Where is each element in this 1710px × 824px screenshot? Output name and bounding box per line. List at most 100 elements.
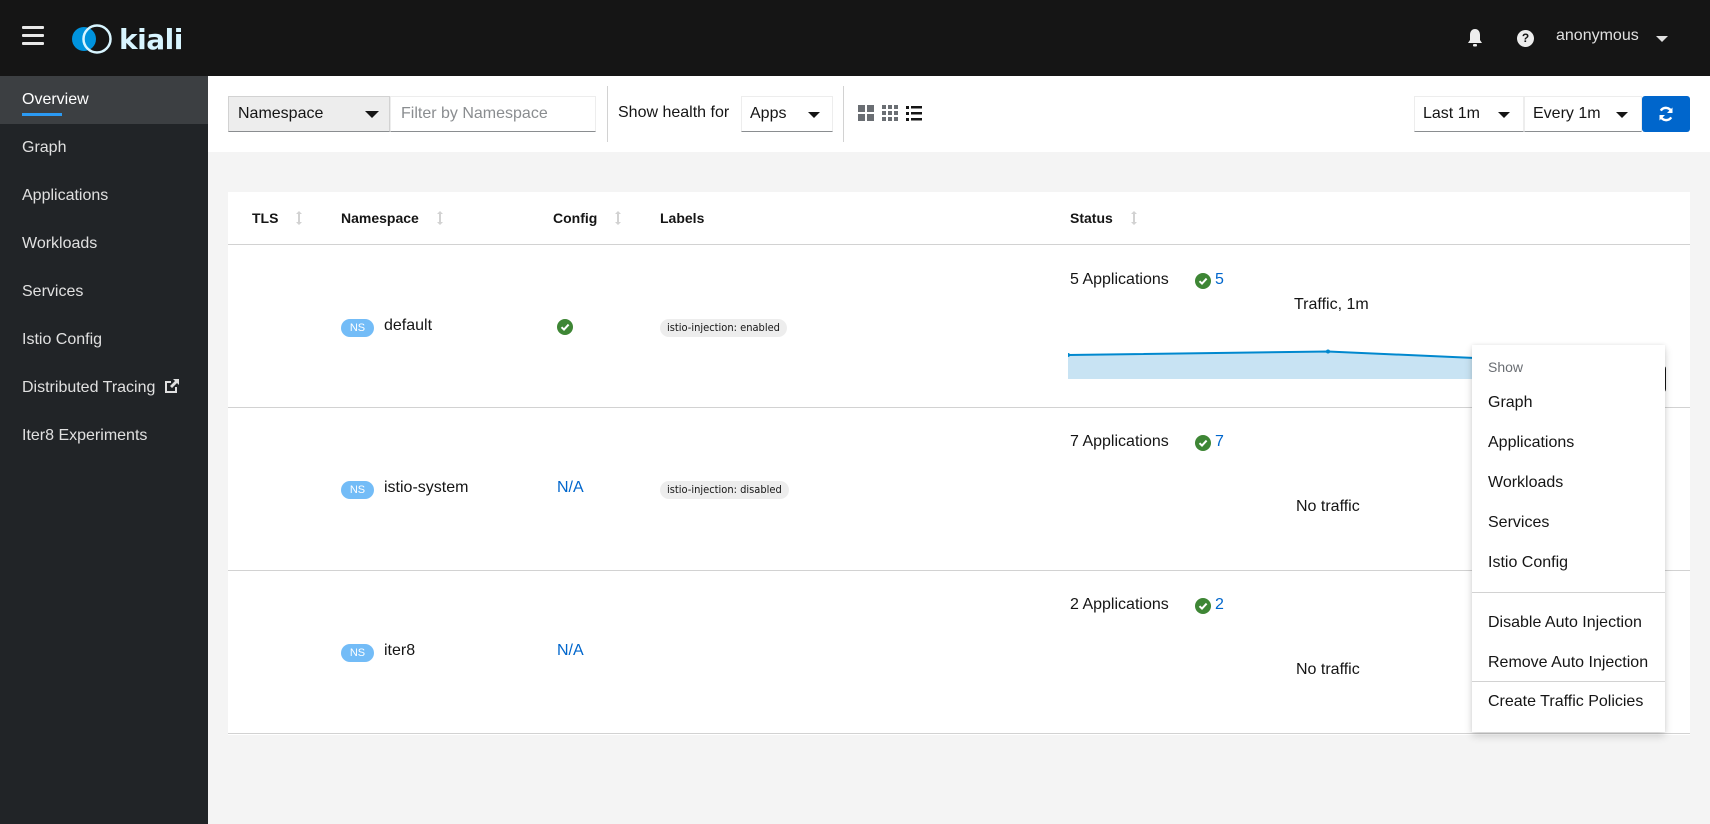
namespaces-table: TLS Namespace Config Labels Status NS de… xyxy=(228,192,1690,735)
expand-view-icon[interactable] xyxy=(858,105,874,121)
namespace-name[interactable]: istio-system xyxy=(384,479,468,497)
duration-value: Last 1m xyxy=(1423,105,1480,122)
external-link-icon xyxy=(164,379,179,393)
label-chip: istio-injection: disabled xyxy=(660,481,789,499)
sidebar-item-label: Graph xyxy=(22,139,67,156)
config-link[interactable]: N/A xyxy=(557,479,584,497)
table-row: NS default istio-injection: enabled 5 Ap… xyxy=(228,245,1690,408)
sort-icon xyxy=(615,211,622,225)
applications-count: 5 Applications xyxy=(1070,271,1169,288)
active-indicator xyxy=(22,113,62,116)
sidebar-item-label: Workloads xyxy=(22,235,98,252)
filter-type-select[interactable]: Namespace xyxy=(228,96,390,132)
sidebar-item-overview[interactable]: Overview xyxy=(0,76,208,124)
sidebar-item-label: Iter8 Experiments xyxy=(22,427,148,444)
caret-down-icon[interactable] xyxy=(1656,36,1668,42)
toolbar: Namespace Show health for Apps Last 1m E… xyxy=(208,76,1710,152)
kiali-logo[interactable]: kiali xyxy=(69,22,183,56)
sort-icon xyxy=(1130,211,1137,225)
column-header-labels: Labels xyxy=(660,210,704,226)
sidebar-item-workloads[interactable]: Workloads xyxy=(0,220,208,268)
namespace-actions-menu: Show Graph Applications Workloads Servic… xyxy=(1472,345,1665,732)
bell-icon[interactable] xyxy=(1466,28,1484,48)
sidebar-item-iter8-experiments[interactable]: Iter8 Experiments xyxy=(0,412,208,460)
sidebar-item-label: Istio Config xyxy=(22,331,103,348)
check-circle-icon xyxy=(1195,435,1211,451)
check-circle-icon xyxy=(557,319,573,335)
sidebar-nav: Overview Graph Applications Workloads Se… xyxy=(0,76,208,824)
sidebar-item-label: Distributed Tracing xyxy=(22,379,156,396)
applications-count: 2 Applications xyxy=(1070,596,1169,613)
help-icon[interactable]: ? xyxy=(1517,30,1534,47)
healthy-count[interactable]: 5 xyxy=(1215,271,1224,289)
namespace-name[interactable]: default xyxy=(384,317,432,335)
column-header-namespace[interactable]: Namespace xyxy=(341,210,443,226)
namespace-filter-input[interactable] xyxy=(390,96,596,132)
sort-icon xyxy=(436,211,443,225)
column-header-tls[interactable]: TLS xyxy=(252,210,303,226)
table-row: NS istio-system N/A istio-injection: dis… xyxy=(228,408,1690,571)
sidebar-item-applications[interactable]: Applications xyxy=(0,172,208,220)
menu-item-disable-auto-injection[interactable]: Disable Auto Injection xyxy=(1472,603,1665,643)
health-type-value: Apps xyxy=(750,105,787,122)
filter-type-value: Namespace xyxy=(238,105,324,122)
refresh-button[interactable] xyxy=(1642,96,1690,132)
column-label: Namespace xyxy=(341,210,419,226)
refresh-interval-select[interactable]: Every 1m xyxy=(1524,96,1642,132)
namespace-badge: NS xyxy=(341,481,374,499)
menu-item-graph[interactable]: Graph xyxy=(1472,383,1665,423)
menu-item-create-traffic-policies[interactable]: Create Traffic Policies xyxy=(1472,682,1665,722)
healthy-count[interactable]: 7 xyxy=(1215,433,1224,451)
caret-down-icon xyxy=(1498,112,1510,118)
sort-icon xyxy=(296,211,303,225)
health-type-select[interactable]: Apps xyxy=(741,96,833,132)
caret-down-icon xyxy=(808,112,820,118)
sidebar-item-services[interactable]: Services xyxy=(0,268,208,316)
menu-item-istio-config[interactable]: Istio Config xyxy=(1472,543,1665,583)
caret-down-icon xyxy=(1616,112,1628,118)
no-traffic-text: No traffic xyxy=(1296,498,1360,515)
hamburger-menu-icon[interactable] xyxy=(22,26,44,48)
check-circle-icon xyxy=(1195,273,1211,289)
menu-item-remove-auto-injection[interactable]: Remove Auto Injection xyxy=(1472,643,1665,683)
sidebar-item-label: Services xyxy=(22,283,84,300)
table-row: NS iter8 N/A 2 Applications 2 No traffic xyxy=(228,571,1690,734)
menu-item-services[interactable]: Services xyxy=(1472,503,1665,543)
menu-item-workloads[interactable]: Workloads xyxy=(1472,463,1665,503)
masthead: kiali ? anonymous xyxy=(0,0,1710,76)
brand-name: kiali xyxy=(119,22,183,56)
column-header-config[interactable]: Config xyxy=(553,210,622,226)
namespace-name[interactable]: iter8 xyxy=(384,642,415,660)
sidebar-item-distributed-tracing[interactable]: Distributed Tracing xyxy=(0,364,208,412)
divider xyxy=(843,86,844,142)
namespace-badge: NS xyxy=(341,319,374,337)
compact-view-icon[interactable] xyxy=(882,105,898,121)
caret-down-icon xyxy=(365,111,379,118)
column-label: Config xyxy=(553,210,598,226)
config-link[interactable]: N/A xyxy=(557,642,584,660)
column-header-status[interactable]: Status xyxy=(1070,210,1137,226)
user-menu[interactable]: anonymous xyxy=(1556,27,1639,45)
label-chip: istio-injection: enabled xyxy=(660,319,787,337)
column-label: Status xyxy=(1070,210,1113,226)
table-header: TLS Namespace Config Labels Status xyxy=(228,192,1690,245)
check-circle-icon xyxy=(1195,598,1211,614)
healthy-count[interactable]: 2 xyxy=(1215,596,1224,614)
kiali-logo-icon xyxy=(72,24,112,54)
no-traffic-text: No traffic xyxy=(1296,661,1360,678)
column-label: TLS xyxy=(252,210,279,226)
sidebar-item-graph[interactable]: Graph xyxy=(0,124,208,172)
sidebar-item-label: Overview xyxy=(22,91,89,108)
menu-group-title: Show xyxy=(1488,359,1524,375)
column-label: Labels xyxy=(660,210,705,226)
divider xyxy=(607,86,608,142)
chart-point xyxy=(1326,349,1330,354)
applications-count: 7 Applications xyxy=(1070,433,1169,450)
refresh-interval-value: Every 1m xyxy=(1533,105,1601,122)
namespace-badge: NS xyxy=(341,644,374,662)
menu-item-applications[interactable]: Applications xyxy=(1472,423,1665,463)
sidebar-item-istio-config[interactable]: Istio Config xyxy=(0,316,208,364)
duration-select[interactable]: Last 1m xyxy=(1414,96,1524,132)
list-view-icon[interactable] xyxy=(906,105,922,121)
sidebar-item-label: Applications xyxy=(22,187,109,204)
